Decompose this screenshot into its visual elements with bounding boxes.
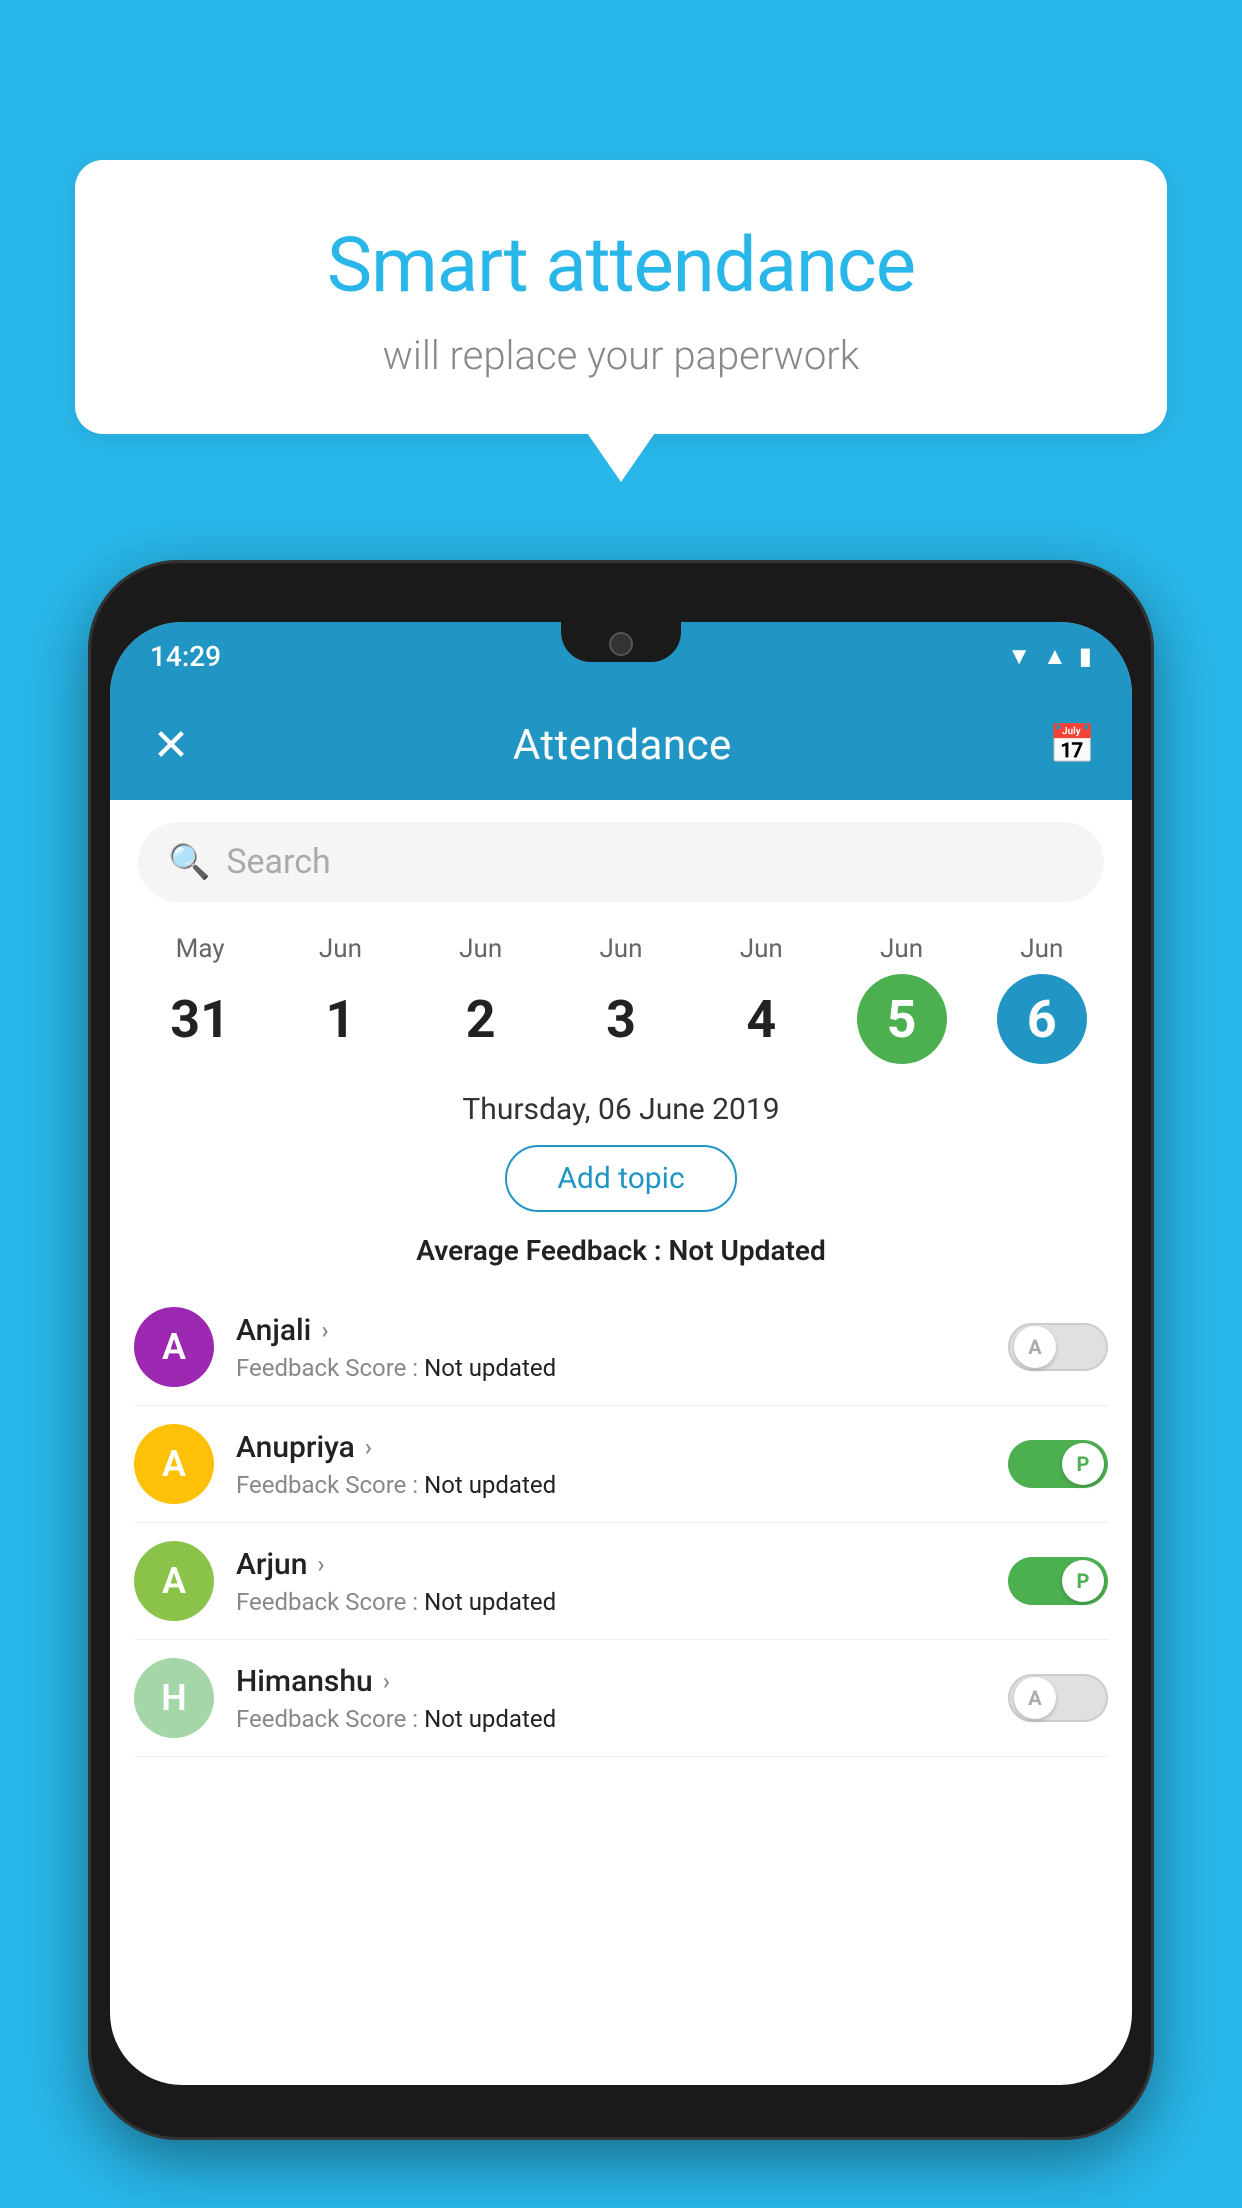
student-avatar: A xyxy=(134,1424,214,1504)
search-icon: 🔍 xyxy=(168,842,210,882)
phone-screen: 14:29 ▼ ▲ ▮ ✕ Attendance 📅 🔍 Search May 3… xyxy=(110,622,1132,2085)
cal-day-number: 31 xyxy=(155,974,245,1064)
average-feedback-value: Not Updated xyxy=(669,1234,826,1267)
student-avatar: A xyxy=(134,1307,214,1387)
student-name: Anupriya › xyxy=(236,1430,1008,1465)
cal-day-number: 4 xyxy=(716,974,806,1064)
student-name: Anjali › xyxy=(236,1313,1008,1348)
calendar-day[interactable]: Jun 3 xyxy=(561,934,681,1064)
cal-month-label: Jun xyxy=(459,934,502,964)
student-name: Arjun › xyxy=(236,1547,1008,1582)
attendance-toggle[interactable]: A xyxy=(1008,1323,1108,1371)
selected-date: Thursday, 06 June 2019 xyxy=(110,1092,1132,1127)
student-item[interactable]: A Anupriya › Feedback Score : Not updated P xyxy=(134,1406,1108,1523)
cal-month-label: Jun xyxy=(319,934,362,964)
student-info: Himanshu › Feedback Score : Not updated xyxy=(236,1664,1008,1733)
toggle-circle: P xyxy=(1062,1443,1104,1485)
student-item[interactable]: H Himanshu › Feedback Score : Not updatedA xyxy=(134,1640,1108,1757)
signal-icon: ▲ xyxy=(1043,642,1067,671)
feedback-score: Feedback Score : Not updated xyxy=(236,1705,1008,1733)
phone-camera xyxy=(609,632,633,656)
cal-month-label: Jun xyxy=(1020,934,1063,964)
toggle-circle: P xyxy=(1062,1560,1104,1602)
calendar-day[interactable]: Jun 4 xyxy=(701,934,821,1064)
chevron-icon: › xyxy=(321,1316,328,1344)
phone-device: 14:29 ▼ ▲ ▮ ✕ Attendance 📅 🔍 Search May 3… xyxy=(88,560,1154,2140)
chevron-icon: › xyxy=(383,1667,390,1695)
add-topic-button[interactable]: Add topic xyxy=(505,1145,736,1212)
wifi-icon: ▼ xyxy=(1007,642,1031,671)
calendar-day[interactable]: Jun 6 xyxy=(982,934,1102,1064)
cal-day-number: 3 xyxy=(576,974,666,1064)
feedback-score: Feedback Score : Not updated xyxy=(236,1354,1008,1382)
student-list: AAnjali ›Feedback Score : Not updatedAAA… xyxy=(110,1289,1132,1757)
header-title: Attendance xyxy=(513,721,732,770)
student-item[interactable]: AAnjali ›Feedback Score : Not updatedA xyxy=(134,1289,1108,1406)
student-name: Himanshu › xyxy=(236,1664,1008,1699)
attendance-toggle[interactable]: A xyxy=(1008,1674,1108,1722)
calendar-day[interactable]: Jun 2 xyxy=(421,934,541,1064)
app-header: ✕ Attendance 📅 xyxy=(110,690,1132,800)
status-icons: ▼ ▲ ▮ xyxy=(1007,642,1092,671)
student-avatar: H xyxy=(134,1658,214,1738)
search-input[interactable]: Search xyxy=(226,842,1074,882)
calendar-strip: May 31 Jun 1 Jun 2 Jun 3 Jun 4 Jun 5 Jun 6 xyxy=(110,924,1132,1064)
battery-icon: ▮ xyxy=(1079,642,1092,670)
cal-day-number: 6 xyxy=(997,974,1087,1064)
attendance-toggle[interactable]: P xyxy=(1008,1440,1108,1488)
status-time: 14:29 xyxy=(150,640,221,673)
toggle-circle: A xyxy=(1014,1326,1056,1368)
student-info: Anjali › Feedback Score : Not updated xyxy=(236,1313,1008,1382)
feedback-score: Feedback Score : Not updated xyxy=(236,1588,1008,1616)
student-item[interactable]: A Arjun › Feedback Score : Not updated P xyxy=(134,1523,1108,1640)
calendar-day[interactable]: Jun 1 xyxy=(280,934,400,1064)
calendar-icon[interactable]: 📅 xyxy=(1049,723,1096,767)
cal-month-label: May xyxy=(176,934,225,964)
cal-day-number: 1 xyxy=(295,974,385,1064)
student-info: Anupriya › Feedback Score : Not updated xyxy=(236,1430,1008,1499)
cal-month-label: Jun xyxy=(880,934,923,964)
cal-day-number: 5 xyxy=(857,974,947,1064)
cal-month-label: Jun xyxy=(740,934,783,964)
search-bar[interactable]: 🔍 Search xyxy=(138,822,1104,902)
calendar-day[interactable]: Jun 5 xyxy=(842,934,962,1064)
calendar-day[interactable]: May 31 xyxy=(140,934,260,1064)
close-button[interactable]: ✕ xyxy=(146,719,196,771)
average-feedback-label: Average Feedback : xyxy=(416,1234,661,1267)
speech-bubble: Smart attendance will replace your paper… xyxy=(75,160,1167,434)
student-info: Arjun › Feedback Score : Not updated xyxy=(236,1547,1008,1616)
cal-day-number: 2 xyxy=(436,974,526,1064)
chevron-icon: › xyxy=(317,1550,324,1578)
speech-bubble-subtitle: will replace your paperwork xyxy=(125,332,1117,379)
attendance-toggle[interactable]: P xyxy=(1008,1557,1108,1605)
student-avatar: A xyxy=(134,1541,214,1621)
feedback-score: Feedback Score : Not updated xyxy=(236,1471,1008,1499)
speech-bubble-title: Smart attendance xyxy=(125,220,1117,310)
cal-month-label: Jun xyxy=(599,934,642,964)
average-feedback: Average Feedback : Not Updated xyxy=(110,1234,1132,1267)
chevron-icon: › xyxy=(365,1433,372,1461)
toggle-circle: A xyxy=(1014,1677,1056,1719)
